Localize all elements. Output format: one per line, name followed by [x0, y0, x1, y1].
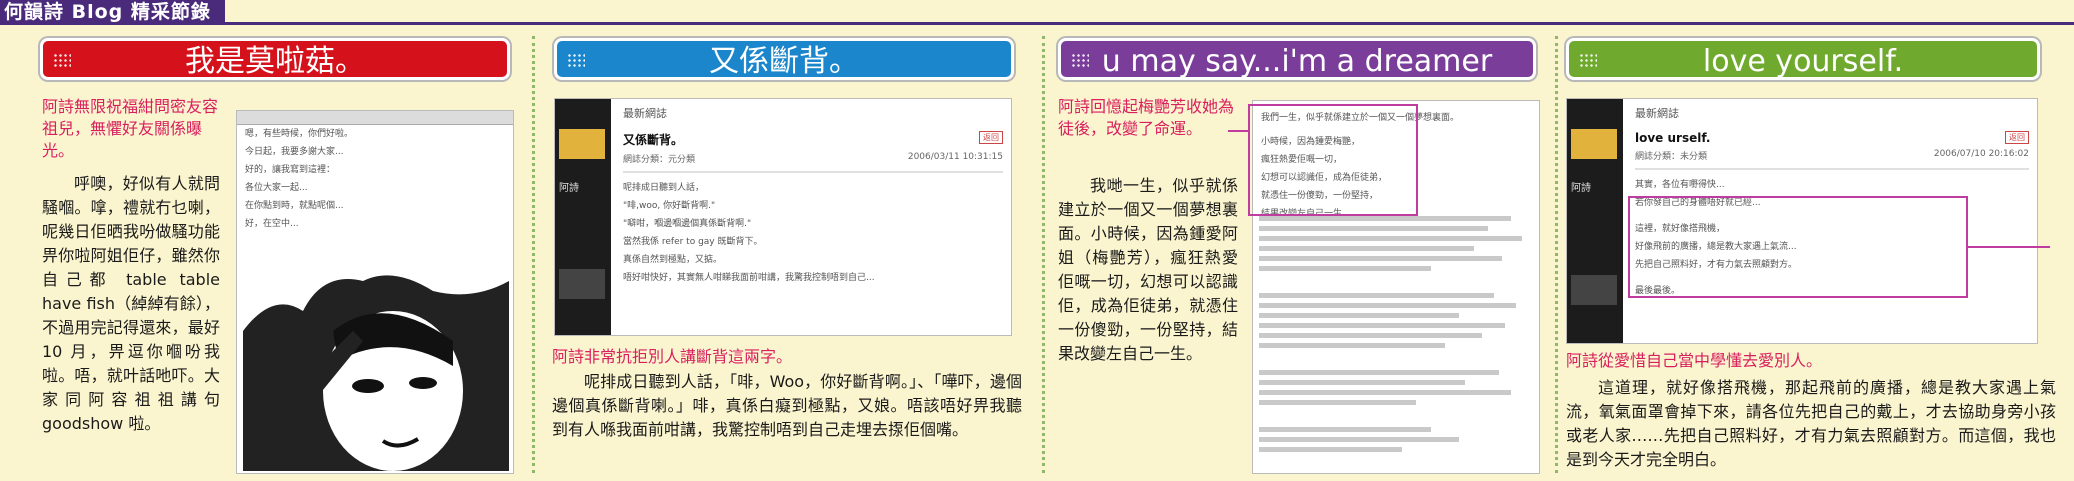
- section-3-title: u may say...i'm a dreamer: [1101, 44, 1493, 79]
- screenshot-line: 好，在空中...: [245, 219, 299, 229]
- blog-header: 最新網誌: [623, 107, 667, 120]
- dots-icon: [1579, 53, 1597, 67]
- dots-icon: [567, 53, 585, 67]
- screenshot-line: 在你點到時，就點呢個...: [245, 201, 344, 211]
- highlight-connector: [1228, 130, 1250, 132]
- divider: [1635, 168, 2029, 170]
- portrait-photo: [243, 271, 509, 471]
- blog-text-line: 真係自然到極點，又掂。: [623, 255, 723, 265]
- highlight-box: [1248, 104, 1418, 216]
- section-2-screenshot: 阿詩 最新網誌 又係斷背。 返回 網誌分類：元分類 2006/03/11 10:…: [554, 98, 1012, 336]
- section-1-screenshot: 嗯，有些時候，你們好啦。 今日起，我要多謝大家... 好的，讓我寫到這裡： 各位…: [236, 110, 514, 474]
- sidebar-thumbnail: [559, 269, 605, 299]
- back-button[interactable]: 返回: [979, 131, 1003, 144]
- sidebar-label: 阿詩: [559, 183, 579, 194]
- section-1: 我是莫啦菇。 阿詩無限祝福紺問密友容祖兒，無懼好友關係曝光。 呼噢，好似有人就問…: [40, 30, 520, 478]
- screenshot-placeholder-lines: [1253, 211, 1539, 457]
- section-2-title-banner: 又係斷背。: [554, 38, 1014, 80]
- blog-header: 最新網誌: [1635, 107, 1679, 120]
- section-1-title-banner: 我是莫啦菇。: [40, 38, 510, 80]
- screenshot-line: 好的，讓我寫到這裡：: [245, 165, 336, 175]
- dots-icon: [1071, 53, 1089, 67]
- section-1-lead: 阿詩無限祝福紺問密友容祖兒，無懼好友關係曝光。: [42, 97, 219, 160]
- window-titlebar: [237, 111, 513, 125]
- blog-text-line: 當然我係 refer to gay 既斷背下。: [623, 237, 763, 247]
- section-4-title-banner: love yourself.: [1566, 38, 2040, 80]
- section-2-body: 呢排成日聽到人話，「啡，Woo，你好斷背啊。」、「嘩吓，邊個邊個真係斷背喇。」啡…: [552, 372, 1022, 439]
- column-separator: [1555, 36, 1558, 473]
- sidebar-label: 阿詩: [1571, 183, 1591, 194]
- section-4-title: love yourself.: [1702, 44, 1904, 79]
- section-2-title: 又係斷背。: [709, 44, 859, 79]
- column-separator: [1042, 36, 1045, 473]
- header-title: 何韻詩 Blog 精采節錄: [0, 0, 225, 24]
- blog-post-title: 又係斷背。: [623, 133, 684, 147]
- blog-text-line: "噼咁，嗰邊嗰邊個真係斷背啊.": [623, 219, 752, 229]
- section-1-title: 我是莫啦菇。: [185, 44, 365, 79]
- sidebar-thumbnail: [559, 129, 605, 159]
- section-4: love yourself. 阿詩 最新網誌 love urself. 返回 網…: [1566, 30, 2070, 478]
- section-2: 又係斷背。 阿詩 最新網誌 又係斷背。 返回 網誌分類：元分類 2006/03/…: [548, 30, 1032, 478]
- blog-meta: 網誌分類：未分類 2006/07/10 20:16:02: [1627, 145, 2037, 162]
- divider: [623, 171, 1003, 173]
- blog-text-line: "啡,woo, 你好斷背啊.": [623, 201, 716, 211]
- section-2-caption: 阿詩非常抗拒別人講斷背這兩字。: [552, 347, 793, 366]
- dots-icon: [53, 53, 71, 67]
- screenshot-line: 各位大家一起...: [245, 183, 308, 193]
- highlight-box: [1628, 196, 1968, 298]
- blog-sidebar: 阿詩: [555, 99, 611, 335]
- blog-text-line: 呢排成日聽到人話，: [623, 183, 705, 193]
- blog-text-line: 唔好咁快好，其實無人咁睇我面前咁講，我驚我控制唔到自己...: [623, 273, 875, 283]
- section-4-caption: 阿詩從愛惜自己當中學懂去愛別人。: [1566, 351, 1823, 370]
- sidebar-thumbnail: [1571, 129, 1617, 159]
- section-3-title-banner: u may say...i'm a dreamer: [1058, 38, 1536, 80]
- blog-date: 2006/03/11 10:31:15: [907, 152, 1003, 162]
- screenshot-line: 今日起，我要多謝大家...: [245, 147, 344, 157]
- blog-date: 2006/07/10 20:16:02: [1933, 149, 2029, 159]
- blog-meta: 網誌分類：元分類 2006/03/11 10:31:15: [615, 148, 1011, 165]
- section-3-body: 我哋一生，似乎就係建立於一個又一個夢想裏面。小時候，因為鍾愛阿姐（梅艷芳），瘋狂…: [1058, 176, 1238, 363]
- column-separator: [532, 36, 535, 473]
- blog-post: 最新網誌 又係斷背。 返回 網誌分類：元分類 2006/03/11 10:31:…: [615, 99, 1011, 335]
- blog-category: 網誌分類：元分類: [623, 155, 696, 165]
- highlight-connector: [1968, 246, 2050, 248]
- blog-post-title: love urself.: [1635, 131, 1711, 145]
- sidebar-thumbnail: [1571, 275, 1617, 305]
- back-button[interactable]: 返回: [2005, 131, 2029, 144]
- section-3-lead: 阿詩回憶起梅艷芳收她為徒後，改變了命運。: [1058, 97, 1235, 138]
- header-rule: [0, 22, 2074, 25]
- blog-category: 網誌分類：未分類: [1635, 152, 1708, 162]
- blog-sidebar: 阿詩: [1567, 99, 1623, 343]
- section-3: u may say...i'm a dreamer 阿詩回憶起梅艷芳收她為徒後，…: [1058, 30, 1546, 478]
- section-4-body: 這道理，就好像搭飛機，那起飛前的廣播，總是教大家遇上氣流，氧氣面罩會掉下來，請各…: [1566, 378, 2056, 469]
- screenshot-line: 嗯，有些時候，你們好啦。: [245, 129, 354, 139]
- section-1-body: 呼噢，好似有人就問騷嗰。嗱，禮就冇乜喇，呢幾日佢晒我吩做騷功能畀你啦阿姐佢仔，雖…: [42, 174, 220, 433]
- blog-text-line: 其實，各位有嘢得快...: [1635, 180, 1725, 190]
